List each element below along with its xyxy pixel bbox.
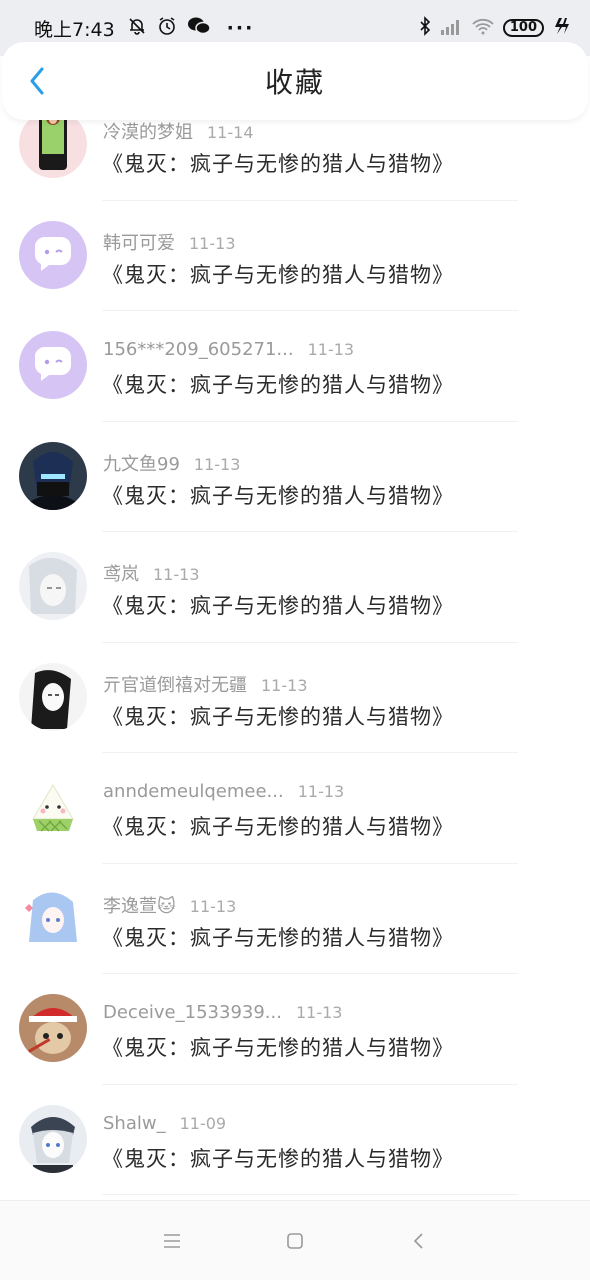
date: 11-13 xyxy=(307,340,355,359)
work-title[interactable]: 《鬼灭：疯子与无惨的猎人与猎物》 xyxy=(102,1143,454,1173)
work-title[interactable]: 《鬼灭：疯子与无惨的猎人与猎物》 xyxy=(102,922,454,952)
back-button[interactable] xyxy=(22,64,52,98)
avatar[interactable] xyxy=(19,220,87,289)
work-title[interactable]: 《鬼灭：疯子与无惨的猎人与猎物》 xyxy=(102,259,454,289)
item-meta: 亓官道倒禧对无疆 11-13 xyxy=(103,671,308,697)
username[interactable]: Deceive_1533939... xyxy=(103,1002,282,1023)
home-button[interactable] xyxy=(275,1221,315,1261)
avatar[interactable] xyxy=(19,994,87,1062)
status-right: 100 xyxy=(419,16,570,40)
list-item[interactable]: Shalw_ 11-09 《鬼灭：疯子与无惨的猎人与猎物》 xyxy=(0,1085,590,1195)
item-meta: 九文鱼99 11-13 xyxy=(103,450,240,476)
work-title[interactable]: 《鬼灭：疯子与无惨的猎人与猎物》 xyxy=(102,1032,454,1062)
avatar[interactable] xyxy=(19,662,87,731)
item-meta: 李逸萱🐱 11-13 xyxy=(103,892,236,918)
avatar[interactable] xyxy=(19,552,87,620)
username[interactable]: anndemeulqemee... xyxy=(103,781,284,802)
alarm-icon xyxy=(157,16,177,41)
more-notifications: ··· xyxy=(226,17,255,39)
menu-icon xyxy=(163,1233,180,1248)
list-item[interactable]: anndemeulqemee... 11-13 《鬼灭：疯子与无惨的猎人与猎物》 xyxy=(0,753,590,864)
work-title[interactable]: 《鬼灭：疯子与无惨的猎人与猎物》 xyxy=(102,148,454,178)
date: 11-13 xyxy=(261,675,308,695)
item-meta: 韩可可爱 11-13 xyxy=(103,229,236,255)
date: 11-13 xyxy=(189,233,236,253)
signal-icon xyxy=(439,16,463,40)
list-item[interactable]: Deceive_1533939... 11-13 《鬼灭：疯子与无惨的猎人与猎物》 xyxy=(0,974,590,1085)
item-meta: 156***209_605271... 11-13 xyxy=(103,339,354,360)
item-meta: 冷漠的梦姐 11-14 xyxy=(103,118,254,144)
status-time: 晚上7:43 xyxy=(34,18,115,41)
list-item[interactable]: 鸢岚 11-13 《鬼灭：疯子与无惨的猎人与猎物》 xyxy=(0,532,590,643)
list-item[interactable]: 李逸萱🐱 11-13 《鬼灭：疯子与无惨的猎人与猎物》 xyxy=(0,864,590,974)
list-item[interactable]: 156***209_605271... 11-13 《鬼灭：疯子与无惨的猎人与猎物… xyxy=(0,311,590,422)
list-item[interactable]: 韩可可爱 11-13 《鬼灭：疯子与无惨的猎人与猎物》 xyxy=(0,201,590,311)
wechat-icon xyxy=(187,16,211,41)
system-back-button[interactable] xyxy=(398,1221,438,1261)
back-triangle-icon xyxy=(414,1232,423,1249)
bell-off-icon xyxy=(127,16,147,41)
date: 11-13 xyxy=(193,454,241,474)
date: 11-13 xyxy=(189,896,237,916)
avatar[interactable] xyxy=(19,1104,87,1173)
username[interactable]: 亓官道倒禧对无疆 xyxy=(103,675,247,696)
username[interactable]: 李逸萱🐱 xyxy=(103,896,176,917)
username[interactable]: 冷漠的梦姐 xyxy=(103,122,193,143)
date: 11-14 xyxy=(207,123,254,142)
avatar[interactable] xyxy=(19,441,87,510)
item-meta: anndemeulqemee... 11-13 xyxy=(103,781,344,802)
system-nav-bar xyxy=(0,1200,590,1280)
divider xyxy=(102,1194,518,1195)
work-title[interactable]: 《鬼灭：疯子与无惨的猎人与猎物》 xyxy=(102,480,454,510)
home-square-icon xyxy=(287,1232,303,1249)
wifi-icon xyxy=(471,16,495,40)
username[interactable]: 九文鱼99 xyxy=(103,454,180,475)
favorites-list: 冷漠的梦姐 11-14 《鬼灭：疯子与无惨的猎人与猎物》 韩可可爱 11-13 《鬼… xyxy=(0,90,590,1195)
chevron-left-icon xyxy=(30,67,44,95)
work-title[interactable]: 《鬼灭：疯子与无惨的猎人与猎物》 xyxy=(102,701,454,731)
username[interactable]: 韩可可爱 xyxy=(103,233,175,254)
username[interactable]: 156***209_605271... xyxy=(103,339,294,360)
app-header: 收藏 xyxy=(2,42,588,120)
date: 11-13 xyxy=(295,1003,343,1022)
avatar[interactable] xyxy=(19,773,87,841)
avatar[interactable] xyxy=(19,331,87,399)
username[interactable]: 鸢岚 xyxy=(103,564,139,585)
work-title[interactable]: 《鬼灭：疯子与无惨的猎人与猎物》 xyxy=(102,811,454,841)
item-meta: 鸢岚 11-13 xyxy=(103,560,200,586)
battery-indicator: 100 xyxy=(502,19,544,37)
date: 11-13 xyxy=(153,565,200,584)
menu-button[interactable] xyxy=(152,1221,192,1261)
charging-icon xyxy=(552,16,570,40)
work-title[interactable]: 《鬼灭：疯子与无惨的猎人与猎物》 xyxy=(102,590,454,620)
page-title: 收藏 xyxy=(264,66,325,99)
list-item[interactable]: 九文鱼99 11-13 《鬼灭：疯子与无惨的猎人与猎物》 xyxy=(0,422,590,532)
item-meta: Deceive_1533939... 11-13 xyxy=(103,1002,342,1023)
username[interactable]: Shalw_ xyxy=(103,1113,166,1134)
date: 11-13 xyxy=(297,782,345,801)
work-title[interactable]: 《鬼灭：疯子与无惨的猎人与猎物》 xyxy=(102,369,454,399)
bluetooth-icon xyxy=(419,16,431,40)
avatar[interactable] xyxy=(19,883,87,952)
list-item[interactable]: 亓官道倒禧对无疆 11-13 《鬼灭：疯子与无惨的猎人与猎物》 xyxy=(0,643,590,753)
avatar[interactable] xyxy=(19,110,87,178)
date: 11-09 xyxy=(179,1113,227,1133)
item-meta: Shalw_ 11-09 xyxy=(103,1113,226,1134)
